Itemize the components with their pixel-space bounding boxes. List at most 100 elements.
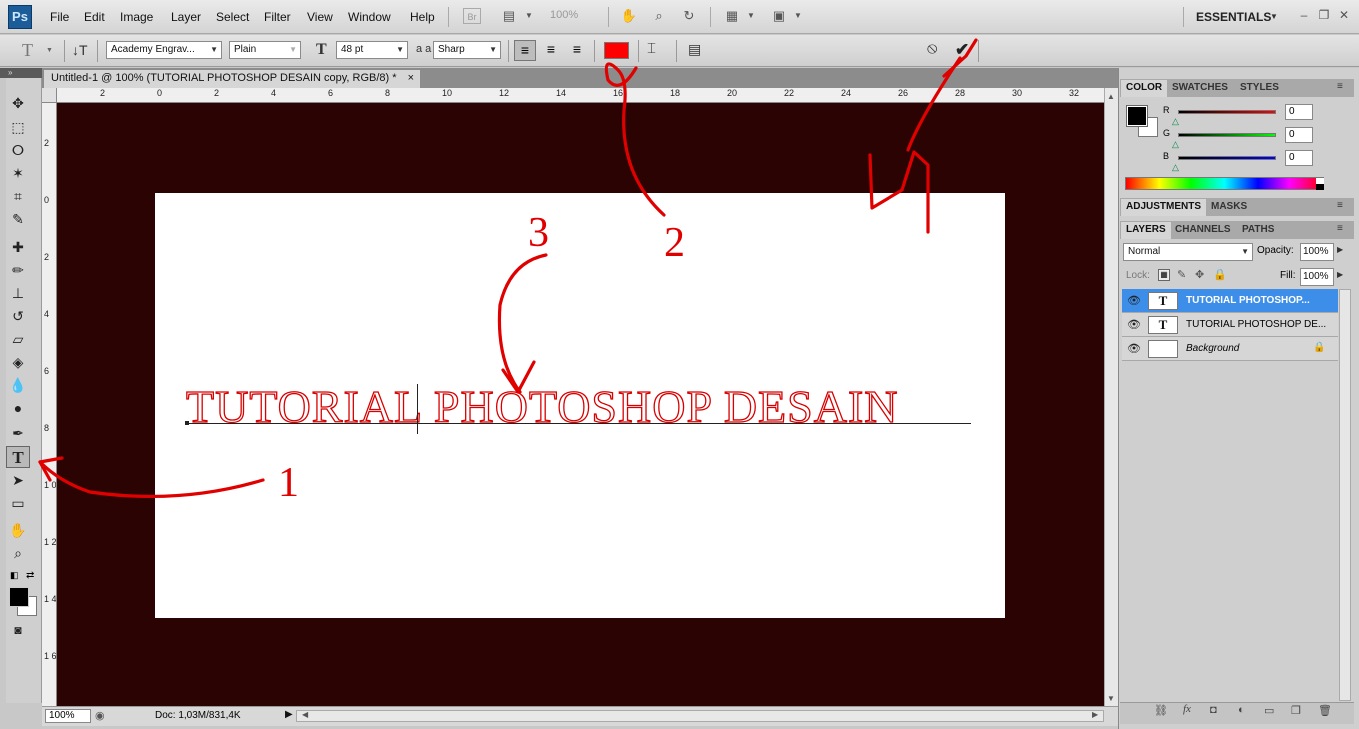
scroll-right-icon[interactable]: ▶ (1092, 710, 1098, 719)
screen-mode-icon[interactable]: ▣ (770, 8, 788, 24)
align-left-icon[interactable]: ≡ (514, 40, 536, 61)
adjustment-layer-icon[interactable]: ◐ (1238, 704, 1245, 716)
tab-adjustments[interactable]: ADJUSTMENTS (1121, 199, 1207, 216)
workspace-switcher[interactable]: ESSENTIALS (1196, 10, 1271, 24)
status-info-icon[interactable]: ◉ (95, 709, 105, 722)
new-layer-icon[interactable]: ❐ (1291, 704, 1301, 717)
hand-tool-icon[interactable]: ✋ (620, 8, 638, 24)
foreground-color-swatch[interactable] (9, 587, 29, 607)
lock-transparency-icon[interactable]: ▦ (1158, 269, 1170, 281)
channel-g-slider[interactable] (1178, 133, 1276, 137)
move-tool-icon[interactable]: ✥ (6, 92, 30, 114)
collapse-panels-icon[interactable]: » (8, 68, 12, 77)
channel-b-slider[interactable] (1178, 156, 1276, 160)
opacity-field[interactable]: 100% (1300, 243, 1334, 261)
scroll-down-icon[interactable]: ▼ (1107, 694, 1115, 703)
cancel-edits-icon[interactable]: ⦸ (927, 40, 937, 58)
close-tab-icon[interactable]: × (408, 70, 414, 87)
commit-edits-icon[interactable]: ✔ (955, 40, 969, 60)
status-zoom-field[interactable]: 100% (45, 709, 91, 723)
arrange-documents-icon[interactable]: ▦ (723, 8, 741, 24)
restore-icon[interactable]: ❐ (1316, 8, 1332, 22)
panel-menu-icon[interactable]: ≡ (1337, 200, 1343, 211)
lock-position-icon[interactable]: ✥ (1195, 268, 1204, 281)
layer-style-icon[interactable]: fx (1183, 703, 1191, 715)
tab-channels[interactable]: CHANNELS (1170, 222, 1236, 239)
layer-row-text[interactable]: 👁 T TUTORIAL PHOTOSHOP DE... (1122, 313, 1338, 337)
menu-image[interactable]: Image (120, 10, 153, 24)
menu-edit[interactable]: Edit (84, 10, 105, 24)
menu-layer[interactable]: Layer (171, 10, 201, 24)
slider-thumb-icon[interactable]: △ (1172, 116, 1179, 127)
link-layers-icon[interactable]: ⛓ (1154, 704, 1168, 717)
eye-icon[interactable]: 👁 (1127, 294, 1141, 308)
tab-layers[interactable]: LAYERS (1121, 222, 1171, 239)
slider-thumb-icon[interactable]: △ (1172, 139, 1179, 150)
healing-brush-tool-icon[interactable]: ✚ (6, 236, 30, 258)
layer-row-text-copy[interactable]: 👁 T TUTORIAL PHOTOSHOP... (1122, 289, 1338, 313)
chevron-down-icon[interactable]: ▼ (46, 47, 53, 54)
align-right-icon[interactable]: ≡ (566, 40, 588, 61)
horizontal-scrollbar[interactable] (296, 710, 1104, 722)
channel-r-slider[interactable] (1178, 110, 1276, 114)
tab-paths[interactable]: PATHS (1237, 222, 1279, 239)
vertical-scrollbar[interactable] (1104, 88, 1118, 706)
menu-filter[interactable]: Filter (264, 10, 291, 24)
text-orientation-icon[interactable]: ↓T (72, 42, 88, 58)
tab-masks[interactable]: MASKS (1206, 199, 1252, 216)
new-group-icon[interactable]: ▭ (1264, 704, 1274, 717)
color-spectrum-bar[interactable] (1125, 177, 1324, 190)
status-menu-arrow-icon[interactable]: ▶ (285, 709, 293, 720)
tab-color[interactable]: COLOR (1121, 80, 1168, 97)
align-center-icon[interactable]: ≡ (540, 40, 562, 61)
tab-styles[interactable]: STYLES (1235, 80, 1284, 97)
clone-stamp-tool-icon[interactable]: ⊥ (6, 282, 30, 304)
quick-mask-icon[interactable]: ◙ (6, 619, 30, 641)
paint-bucket-tool-icon[interactable]: ◈ (6, 351, 30, 373)
color-panel-foreground-swatch[interactable] (1126, 105, 1148, 127)
pen-tool-icon[interactable]: ✒ (6, 422, 30, 444)
eye-icon[interactable]: 👁 (1127, 318, 1141, 332)
chevron-down-icon[interactable]: ▼ (742, 8, 760, 24)
type-tool-icon[interactable]: T (6, 446, 30, 468)
layer-mask-icon[interactable]: ◘ (1210, 704, 1217, 716)
blur-tool-icon[interactable]: 💧 (6, 374, 30, 396)
lock-pixels-icon[interactable]: ✎ (1177, 268, 1186, 281)
panel-menu-icon[interactable]: ≡ (1337, 223, 1343, 234)
menu-file[interactable]: File (50, 10, 69, 24)
zoom-level-field[interactable]: 100% (540, 9, 596, 25)
blend-mode-select[interactable]: Normal ▼ (1123, 243, 1253, 261)
dodge-tool-icon[interactable]: ● (6, 397, 30, 419)
minimize-icon[interactable]: – (1296, 8, 1312, 22)
eraser-tool-icon[interactable]: ▱ (6, 328, 30, 350)
close-icon[interactable]: ✕ (1336, 8, 1352, 22)
menu-help[interactable]: Help (410, 10, 435, 24)
spectrum-black[interactable] (1316, 184, 1324, 190)
chevron-down-icon[interactable]: ▼ (1270, 12, 1278, 21)
history-brush-tool-icon[interactable]: ↺ (6, 305, 30, 327)
zoom-tool-icon[interactable]: ⌕ (650, 8, 668, 24)
brush-tool-icon[interactable]: ✏ (6, 259, 30, 281)
character-panel-icon[interactable]: ▤ (688, 41, 701, 58)
opacity-arrow-icon[interactable]: ▶ (1337, 245, 1343, 254)
layer-row-background[interactable]: 👁 Background 🔒 (1122, 337, 1338, 361)
scroll-left-icon[interactable]: ◀ (302, 710, 308, 719)
fill-arrow-icon[interactable]: ▶ (1337, 270, 1343, 279)
crop-tool-icon[interactable]: ⌗ (6, 185, 30, 207)
chevron-down-icon[interactable]: ▼ (789, 8, 807, 24)
zoom-tool-icon[interactable]: ⌕ (6, 542, 30, 564)
tab-swatches[interactable]: SWATCHES (1167, 80, 1233, 97)
bridge-icon[interactable]: Br (463, 8, 481, 24)
fill-field[interactable]: 100% (1300, 268, 1334, 286)
type-tool-preset-icon[interactable]: T (22, 40, 33, 61)
shape-tool-icon[interactable]: ▭ (6, 492, 30, 514)
text-color-swatch[interactable] (604, 42, 629, 59)
menu-select[interactable]: Select (216, 10, 249, 24)
ruler-origin[interactable] (42, 88, 57, 103)
path-selection-tool-icon[interactable]: ➤ (6, 469, 30, 491)
view-extras-icon[interactable]: ▤ (500, 8, 518, 24)
lasso-tool-icon[interactable]: ⵔ (6, 139, 30, 161)
channel-r-value[interactable]: 0 (1285, 104, 1313, 120)
channel-g-value[interactable]: 0 (1285, 127, 1313, 143)
font-family-select[interactable]: Academy Engrav... ▼ (106, 41, 222, 59)
